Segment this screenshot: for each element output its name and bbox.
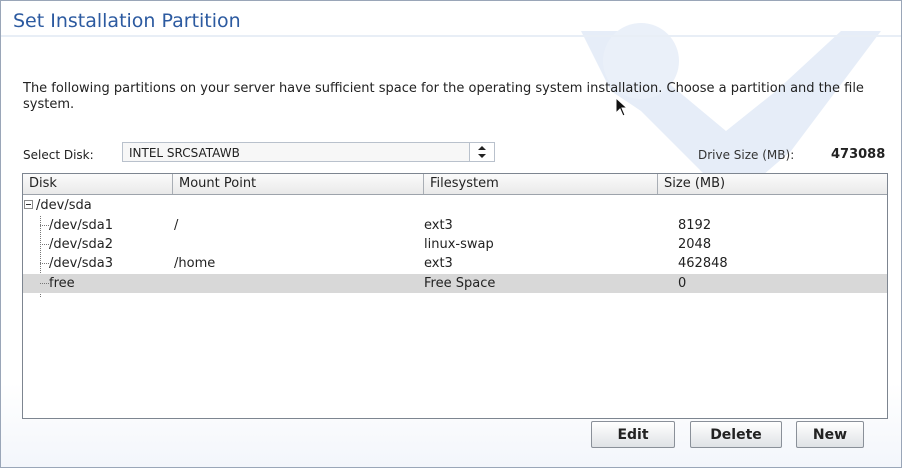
title-divider [1, 35, 901, 37]
select-disk-label: Select Disk: [23, 148, 94, 162]
table-row-selected[interactable]: free Free Space 0 [23, 274, 887, 293]
drive-size-value: 473088 [831, 147, 886, 162]
cell-size: 0 [678, 276, 687, 291]
column-header-disk[interactable]: Disk [23, 174, 173, 194]
table-row[interactable]: /dev/sda3 /home ext3 462848 [23, 254, 887, 273]
cell-disk: free [49, 276, 75, 291]
table-header: Disk Mount Point Filesystem Size (MB) [23, 174, 887, 195]
cell-filesystem: Free Space [424, 276, 496, 291]
column-header-size[interactable]: Size (MB) [658, 174, 887, 194]
spinner-arrows-icon[interactable] [469, 143, 494, 161]
cell-disk: /dev/sda3 [49, 256, 113, 271]
cell-mount-point: / [174, 218, 179, 233]
mouse-pointer-icon [615, 97, 629, 117]
delete-button[interactable]: Delete [690, 421, 782, 448]
cell-filesystem: linux-swap [424, 237, 494, 252]
tree-collapse-icon[interactable] [24, 200, 33, 209]
cell-filesystem: ext3 [424, 256, 453, 271]
installer-panel: Set Installation Partition The following… [0, 0, 902, 468]
cell-filesystem: ext3 [424, 218, 453, 233]
table-row[interactable]: /dev/sda2 linux-swap 2048 [23, 235, 887, 254]
page-title: Set Installation Partition [13, 10, 241, 32]
table-row[interactable]: /dev/sda1 / ext3 8192 [23, 216, 887, 235]
cell-mount-point: /home [174, 256, 216, 271]
column-header-filesystem[interactable]: Filesystem [424, 174, 658, 194]
cell-size: 2048 [678, 237, 712, 252]
instructions-text: The following partitions on your server … [23, 81, 864, 112]
tree-branch [40, 225, 49, 226]
column-header-mount-point[interactable]: Mount Point [173, 174, 424, 194]
cell-disk: /dev/sda1 [49, 218, 113, 233]
cell-disk: /dev/sda2 [49, 237, 113, 252]
tree-root-label: /dev/sda [36, 198, 92, 213]
cell-size: 462848 [678, 256, 728, 271]
tree-branch [40, 244, 49, 245]
disk-select-value: INTEL SRCSATAWB [129, 146, 240, 160]
partition-table: Disk Mount Point Filesystem Size (MB) /d… [22, 173, 888, 419]
drive-size-label: Drive Size (MB): [698, 148, 795, 162]
cell-size: 8192 [678, 218, 712, 233]
new-button[interactable]: New [796, 421, 864, 448]
tree-branch [40, 263, 49, 264]
disk-select[interactable]: INTEL SRCSATAWB [122, 142, 495, 162]
edit-button[interactable]: Edit [591, 421, 675, 448]
tree-branch [40, 283, 49, 284]
tree-root-row[interactable]: /dev/sda [23, 196, 887, 215]
